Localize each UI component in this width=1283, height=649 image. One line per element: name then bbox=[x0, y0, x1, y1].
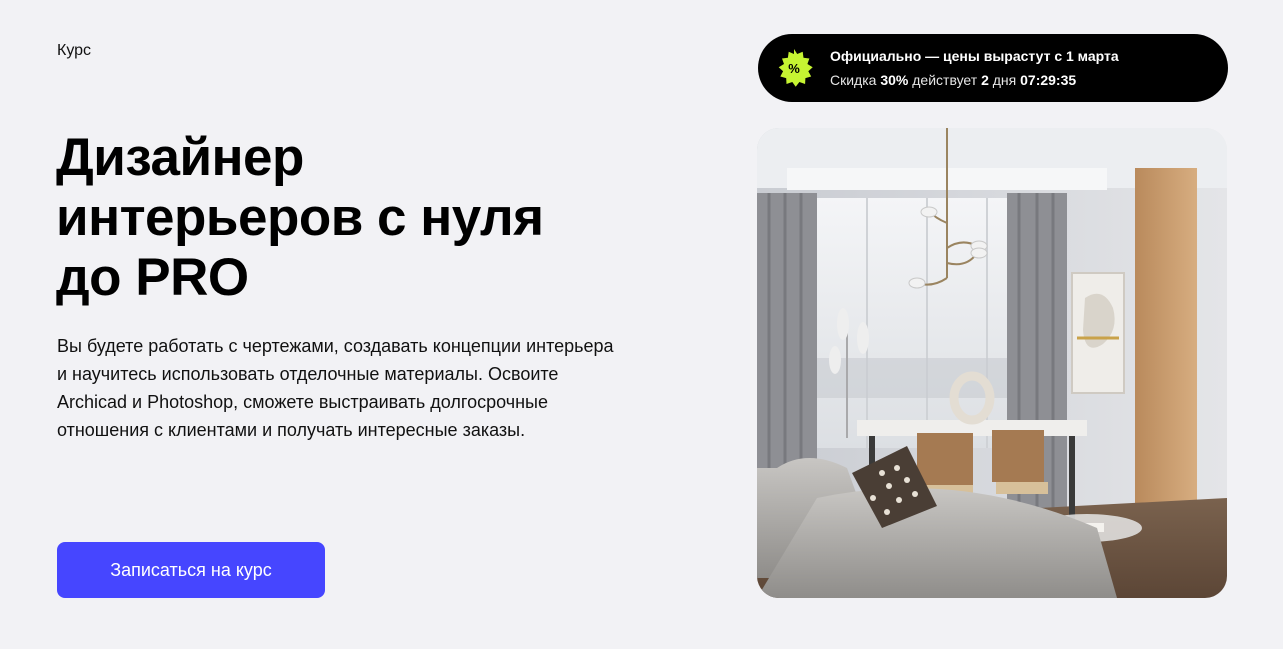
promo-discount: Скидка 30% действует 2 дня 07:29:35 bbox=[830, 71, 1119, 89]
course-description: Вы будете работать с чертежами, создават… bbox=[57, 336, 614, 440]
countdown-timer: 07:29:35 bbox=[1020, 72, 1077, 88]
discount-middle: действует bbox=[912, 72, 978, 88]
days-value: 2 bbox=[981, 72, 989, 88]
page-title: Дизайнер интерьеров с нуля до PRO bbox=[56, 128, 676, 308]
promo-banner[interactable]: % Официально — цены вырастут с 1 марта С… bbox=[758, 34, 1228, 102]
promo-headline: Официально — цены вырастут с 1 марта bbox=[830, 48, 1119, 64]
title-line: интерьеров с нуля bbox=[56, 188, 544, 247]
title-line: до PRO bbox=[56, 248, 249, 307]
percent-symbol: % bbox=[788, 60, 800, 76]
discount-badge-icon: % bbox=[774, 48, 814, 88]
course-kicker: Курс bbox=[57, 42, 92, 59]
title-line: Дизайнер bbox=[56, 128, 304, 187]
days-unit: дня bbox=[992, 72, 1017, 88]
hero-interior-image bbox=[757, 128, 1227, 598]
discount-prefix: Скидка bbox=[830, 72, 877, 88]
discount-value: 30% bbox=[880, 72, 909, 88]
enroll-button[interactable]: Записаться на курс bbox=[57, 542, 325, 598]
